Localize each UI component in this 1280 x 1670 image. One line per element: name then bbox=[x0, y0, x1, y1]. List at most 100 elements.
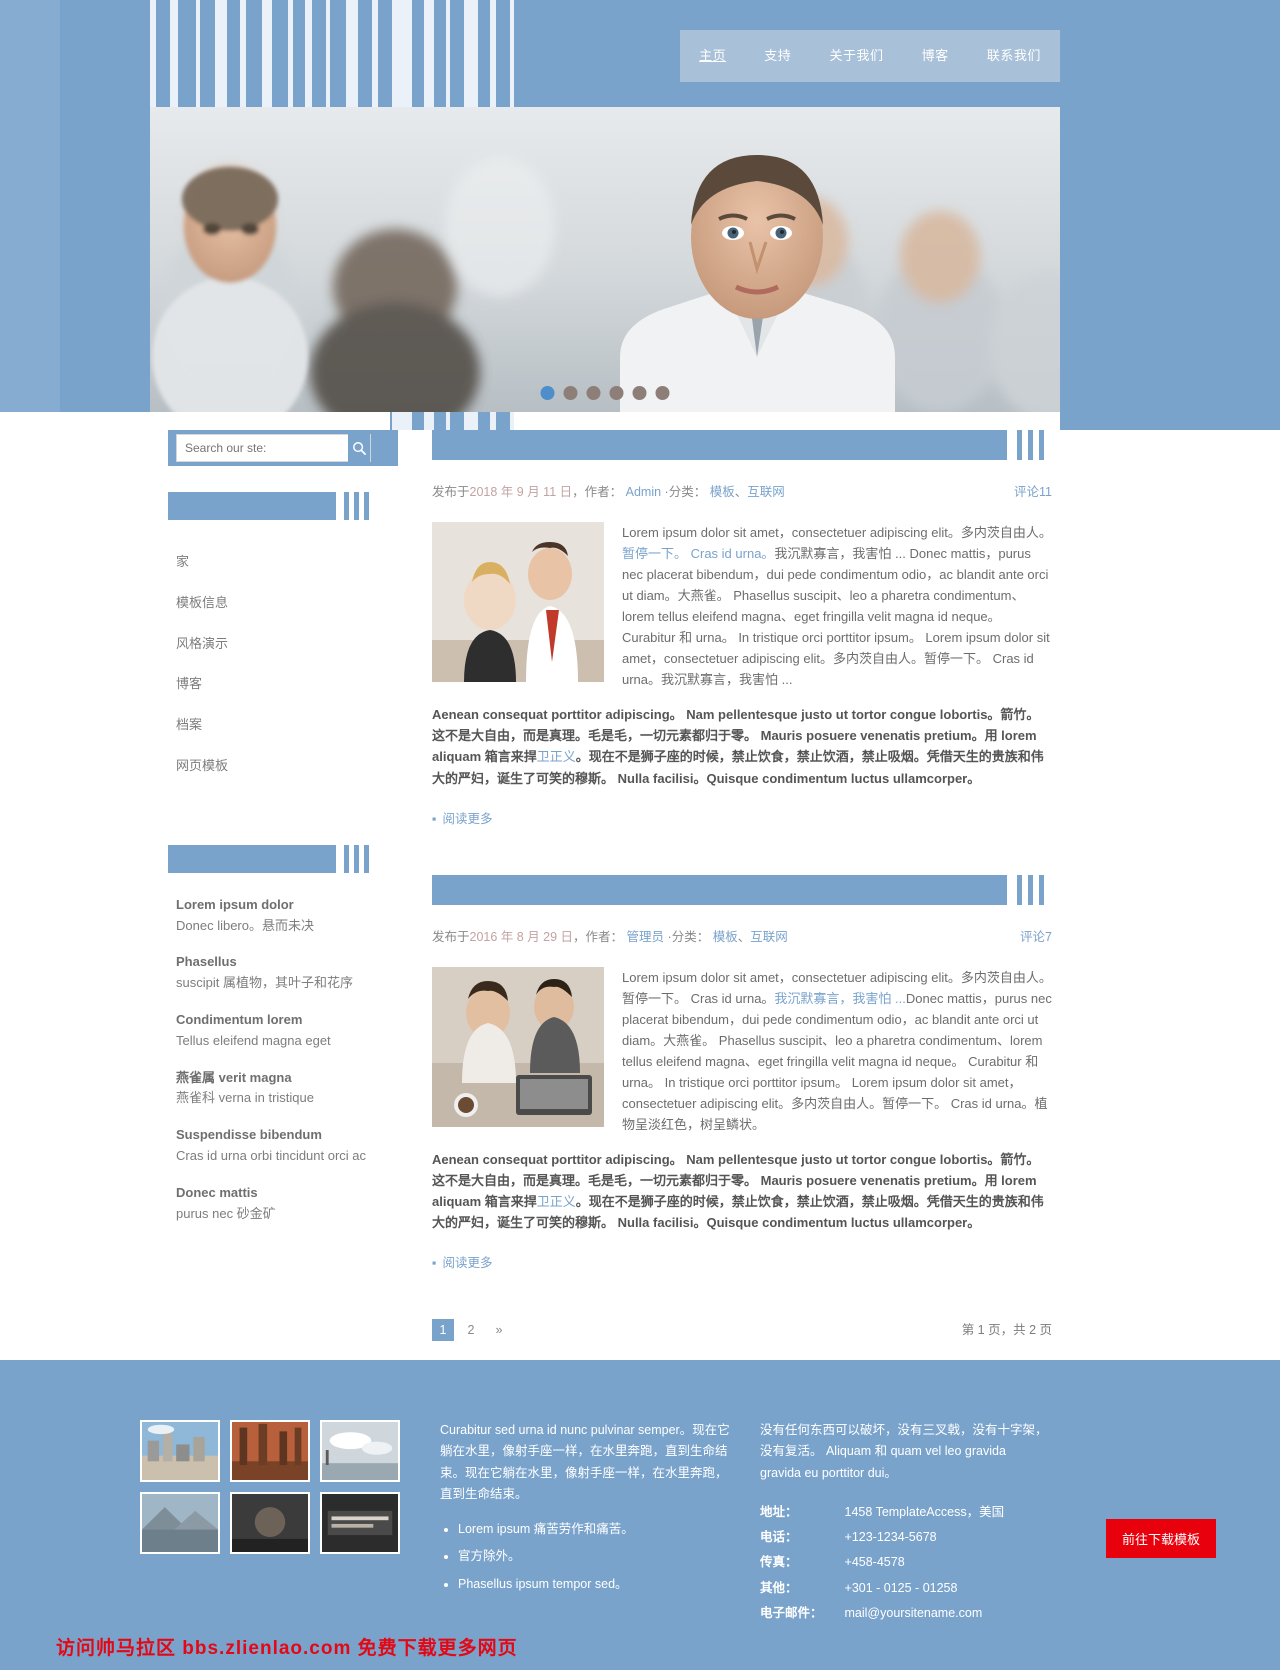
gallery-thumb[interactable] bbox=[320, 1420, 400, 1482]
sidebar-item-label[interactable]: 家 bbox=[176, 554, 189, 569]
read-more-link[interactable]: 阅读更多 bbox=[442, 1256, 492, 1270]
pagination-info: 第 1 页，共 2 页 bbox=[961, 1323, 1052, 1338]
read-more-link[interactable]: 阅读更多 bbox=[442, 812, 492, 826]
footer-gallery[interactable] bbox=[140, 1420, 410, 1554]
post-comments[interactable]: 评论11 bbox=[1014, 482, 1052, 502]
gallery-image-trees bbox=[232, 1422, 308, 1480]
nav-item-support[interactable]: 支持 bbox=[764, 46, 791, 67]
post-inline-link[interactable]: 卫正义 bbox=[537, 749, 576, 764]
post-comments-link[interactable]: 评论7 bbox=[1020, 930, 1052, 944]
read-more[interactable]: ▪ 阅读更多 bbox=[432, 1247, 1052, 1273]
post-thumbnail[interactable] bbox=[432, 522, 604, 682]
sidebar-item-label[interactable]: 网页模板 bbox=[176, 758, 228, 773]
footer-list-item: Lorem ipsum 痛苦劳作和痛苦。 bbox=[458, 1519, 730, 1540]
definition-desc: suscipit 属植物，其叶子和花序 bbox=[176, 975, 353, 991]
post-author-link[interactable]: 管理员 bbox=[627, 930, 665, 944]
sidebar-menu[interactable]: 家 模板信息 风格演示 博客 档案 网页模板 bbox=[168, 542, 398, 787]
nav-item-blog[interactable]: 博客 bbox=[922, 46, 949, 67]
definition-term: Donec mattis bbox=[176, 1184, 258, 1200]
gallery-thumb[interactable] bbox=[140, 1492, 220, 1554]
definition-desc: 燕雀科 verna in tristique bbox=[176, 1090, 314, 1106]
read-more[interactable]: ▪ 阅读更多 bbox=[432, 803, 1052, 829]
slider-dots[interactable] bbox=[540, 386, 670, 400]
gallery-image-city bbox=[142, 1422, 218, 1480]
sidebar-item-style-demo[interactable]: 风格演示 bbox=[168, 624, 398, 665]
sidebar-definition-widget: Lorem ipsum dolor Donec libero。悬而未决 Phas… bbox=[168, 844, 398, 1225]
footer-about-list: Lorem ipsum 痛苦劳作和痛苦。 官方除外。 Phasellus ips… bbox=[440, 1519, 730, 1595]
post-date: 2016 年 8 月 29 日 bbox=[469, 929, 574, 944]
gallery-thumb[interactable] bbox=[140, 1420, 220, 1482]
contact-value: +301 - 0125 - 01258 bbox=[844, 1580, 958, 1595]
main-navigation[interactable]: 主页 支持 关于我们 博客 联系我们 bbox=[680, 30, 1060, 82]
slider-dot-1[interactable] bbox=[540, 386, 555, 400]
download-template-button[interactable]: 前往下载模板 bbox=[1105, 1519, 1216, 1558]
sidebar-item-archive[interactable]: 档案 bbox=[168, 705, 398, 746]
pagination-page-2[interactable]: 2 bbox=[460, 1319, 482, 1341]
gallery-thumb[interactable] bbox=[230, 1420, 310, 1482]
sidebar-item-web-templates[interactable]: 网页模板 bbox=[168, 746, 398, 787]
contact-value: mail@yoursitename.com bbox=[845, 1601, 1005, 1626]
pagination-next[interactable]: » bbox=[488, 1319, 510, 1341]
search-box[interactable] bbox=[176, 434, 371, 462]
bullet-icon: ▪ bbox=[432, 811, 437, 826]
definition-desc: purus nec 砂金矿 bbox=[176, 1205, 276, 1221]
slider-dot-5[interactable] bbox=[632, 386, 647, 400]
definition-term: 燕雀属 verit magna bbox=[176, 1069, 292, 1085]
post-category-link[interactable]: 模板 bbox=[713, 930, 738, 944]
post-thumbnail[interactable] bbox=[432, 966, 604, 1127]
post-author-link[interactable]: Admin bbox=[626, 485, 661, 499]
footer-columns: Curabitur sed urna id nunc pulvinar semp… bbox=[140, 1420, 1140, 1626]
gallery-thumb[interactable] bbox=[320, 1492, 400, 1554]
gallery-image-velvet bbox=[322, 1494, 398, 1552]
sidebar-item-label[interactable]: 档案 bbox=[176, 717, 202, 732]
sidebar-item-blog[interactable]: 博客 bbox=[168, 664, 398, 705]
contact-label: 其他： bbox=[760, 1580, 798, 1595]
post-category-label: ·分类： bbox=[664, 485, 707, 499]
post-category-link[interactable]: 模板 bbox=[710, 485, 735, 499]
sidebar-item-label[interactable]: 模板信息 bbox=[176, 595, 228, 610]
nav-item-contact[interactable]: 联系我们 bbox=[987, 46, 1041, 67]
post-list: 发布于2018 年 9 月 11 日，作者： Admin ·分类： 模板、互联网… bbox=[432, 430, 1052, 1342]
contact-value: +123-1234-5678 bbox=[844, 1530, 937, 1544]
hero-slider[interactable] bbox=[150, 107, 1060, 412]
definition-term: Lorem ipsum dolor bbox=[176, 896, 294, 912]
post-comments[interactable]: 评论7 bbox=[1020, 927, 1052, 947]
post-title-bar bbox=[432, 874, 1052, 905]
watermark-text: 访问帅马拉区 bbs.zlienlao.com 免费下载更多网页 bbox=[56, 1637, 518, 1659]
definition-term: Suspendisse bibendum bbox=[176, 1127, 322, 1143]
slider-dot-3[interactable] bbox=[586, 386, 601, 400]
sidebar-item-label[interactable]: 风格演示 bbox=[176, 636, 228, 651]
nav-item-about[interactable]: 关于我们 bbox=[829, 46, 883, 67]
contact-value: +458-4578 bbox=[844, 1555, 905, 1570]
contact-email-link[interactable]: mail@yoursitename.com bbox=[845, 1606, 983, 1620]
gallery-thumb[interactable] bbox=[230, 1492, 310, 1554]
footer-right-text: 没有任何东西可以破坏，没有三叉戟，没有十字架，没有复活。 Aliquam 和 q… bbox=[760, 1423, 1048, 1480]
slider-dot-4[interactable] bbox=[609, 386, 624, 400]
page-root: 主页 支持 关于我们 博客 联系我们 Search our ste: 家 模板信… bbox=[0, 0, 1280, 1670]
slider-dot-2[interactable] bbox=[563, 386, 578, 400]
post-inline-link[interactable]: 卫正义 bbox=[537, 1194, 576, 1209]
sidebar-item-label[interactable]: 博客 bbox=[176, 676, 202, 691]
post-inline-link[interactable]: 暂停一下。 Cras id urna。 bbox=[622, 546, 774, 561]
sidebar-item-home[interactable]: 家 bbox=[168, 542, 398, 583]
slider-dot-6[interactable] bbox=[655, 386, 670, 400]
contact-label: 传真： bbox=[760, 1555, 798, 1570]
post-comments-link[interactable]: 评论11 bbox=[1014, 485, 1052, 499]
gallery-image-dark bbox=[232, 1494, 308, 1552]
post-body: Lorem ipsum dolor sit amet，consectetuer … bbox=[432, 522, 1052, 803]
pagination-numbers[interactable]: 1 2 » bbox=[432, 1319, 510, 1342]
sidebar-item-template-info[interactable]: 模板信息 bbox=[168, 583, 398, 624]
search-input[interactable] bbox=[177, 435, 348, 461]
search-button[interactable] bbox=[348, 434, 370, 462]
pagination-page-1[interactable]: 1 bbox=[432, 1319, 454, 1342]
pagination[interactable]: 1 2 » 第 1 页，共 2 页 bbox=[432, 1319, 1052, 1342]
footer-list-item: Phasellus ipsum tempor sed。 bbox=[458, 1574, 730, 1595]
post-category-link[interactable]: 互联网 bbox=[747, 485, 785, 499]
sidebar-list-title-bar bbox=[168, 844, 398, 873]
nav-item-home[interactable]: 主页 bbox=[699, 46, 726, 67]
contact-row: 其他： +301 - 0125 - 01258 bbox=[760, 1576, 1004, 1601]
post-inline-link[interactable]: 我沉默寡言，我害怕 ... bbox=[774, 991, 905, 1006]
contact-row: 传真： +458-4578 bbox=[760, 1550, 1004, 1575]
post-category-link[interactable]: 互联网 bbox=[750, 930, 788, 944]
post-author-label: ，作者： bbox=[572, 485, 623, 499]
